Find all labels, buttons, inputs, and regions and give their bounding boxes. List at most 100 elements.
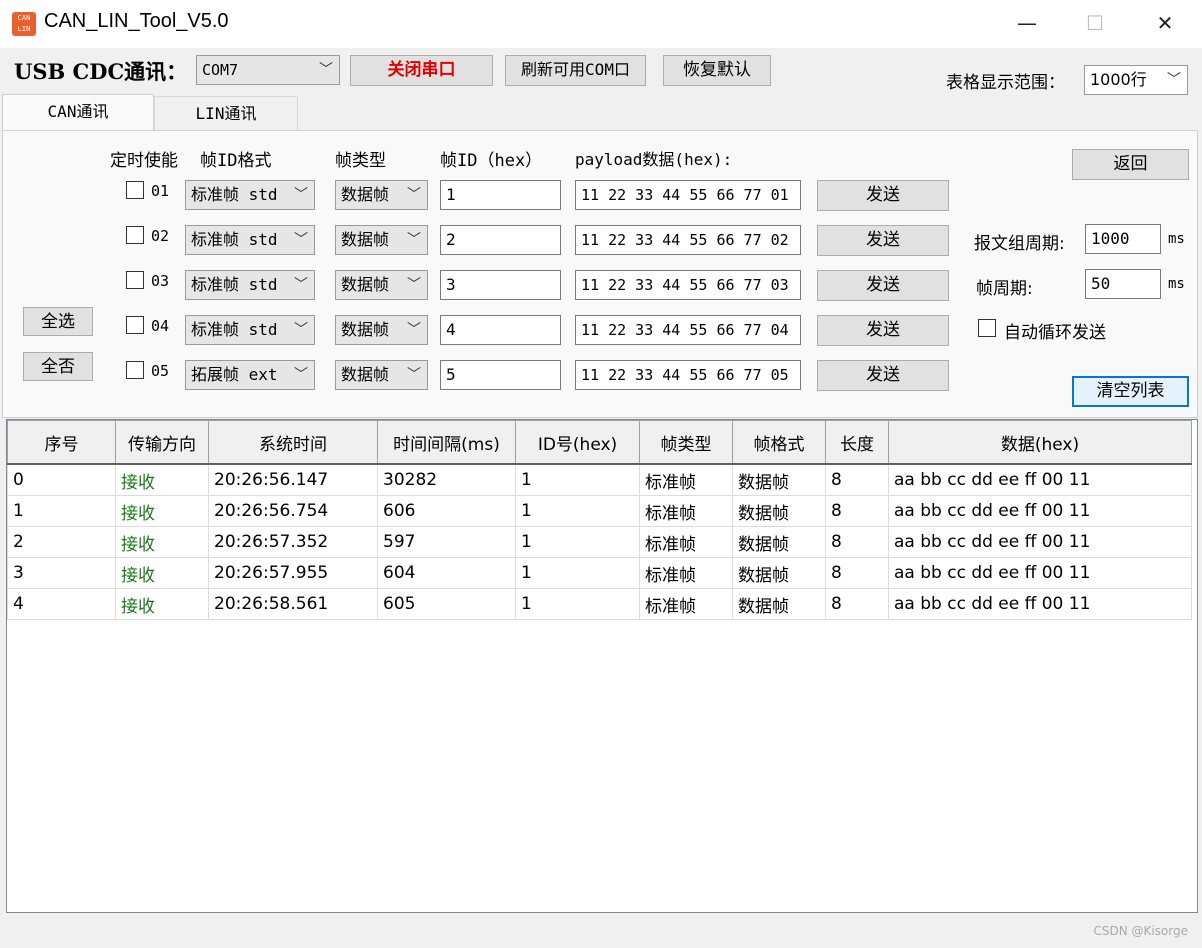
table-cell: 数据帧 — [732, 526, 826, 558]
payload-input[interactable]: 11 22 33 44 55 66 77 01 — [575, 180, 801, 210]
frame-type-select[interactable]: 数据帧 ﹀ — [335, 225, 428, 255]
table-cell: 数据帧 — [732, 557, 826, 589]
close-icon[interactable]: ✕ — [1142, 0, 1188, 46]
frame-type-select[interactable]: 数据帧 ﹀ — [335, 315, 428, 345]
tab-can[interactable]: CAN通讯 — [2, 94, 154, 130]
column-header[interactable]: 系统时间 — [208, 420, 378, 465]
frame-type-select[interactable]: 数据帧 ﹀ — [335, 180, 428, 210]
payload-input[interactable]: 11 22 33 44 55 66 77 04 — [575, 315, 801, 345]
table-cell: 标准帧 — [639, 463, 733, 496]
frame-type-select[interactable]: 数据帧 ﹀ — [335, 360, 428, 390]
payload-input[interactable]: 11 22 33 44 55 66 77 03 — [575, 270, 801, 300]
table-cell: 20:26:57.352 — [208, 526, 378, 558]
header-frame-type: 帧类型 — [335, 151, 386, 171]
column-header[interactable]: ID号(hex) — [515, 420, 640, 465]
id-format-select[interactable]: 标准帧 std ﹀ — [185, 270, 315, 300]
message-grid[interactable]: 序号 传输方向 系统时间 时间间隔(ms) ID号(hex) 帧类型 帧格式 长度 数据(hex… — [6, 419, 1198, 913]
table-cell: 1 — [7, 495, 116, 527]
range-label: 表格显示范围： — [946, 73, 1065, 93]
refresh-com-button[interactable]: 刷新可用COM口 — [505, 55, 646, 86]
clear-list-button[interactable]: 清空列表 — [1072, 376, 1189, 407]
table-cell: 3 — [7, 557, 116, 589]
send-button[interactable]: 发送 — [817, 270, 949, 301]
send-button[interactable]: 发送 — [817, 360, 949, 391]
frame-id-input[interactable]: 4 — [440, 315, 561, 345]
chevron-down-icon: ﹀ — [319, 62, 333, 78]
chevron-down-icon: ﹀ — [407, 367, 421, 383]
table-row[interactable]: 4 接收 20:26:58.561 605 1 标准帧 数据帧 8 aa bb cc dd ee… — [7, 588, 1192, 620]
chevron-down-icon: ﹀ — [407, 187, 421, 203]
payload-input[interactable]: 11 22 33 44 55 66 77 05 — [575, 360, 801, 390]
frame-id-input[interactable]: 2 — [440, 225, 561, 255]
table-row[interactable]: 0 接收 20:26:56.147 30282 1 标准帧 数据帧 8 aa bb cc dd … — [7, 463, 1192, 496]
watermark: CSDN @Kisorge — [1093, 924, 1188, 938]
maximize-icon[interactable]: ☐ — [1072, 0, 1118, 46]
frame-id-input[interactable]: 1 — [440, 180, 561, 210]
header-enable: 定时使能 — [110, 151, 178, 171]
id-format-select[interactable]: 标准帧 std ﹀ — [185, 315, 315, 345]
table-cell: 597 — [377, 526, 516, 558]
table-cell: 8 — [825, 557, 889, 589]
send-button[interactable]: 发送 — [817, 180, 949, 211]
send-button[interactable]: 发送 — [817, 225, 949, 256]
id-format-value: 标准帧 std — [191, 320, 278, 339]
table-cell: 标准帧 — [639, 526, 733, 558]
table-row[interactable]: 1 接收 20:26:56.754 606 1 标准帧 数据帧 8 aa bb cc dd ee… — [7, 495, 1192, 527]
frame-type-value: 数据帧 — [341, 185, 390, 204]
group-period-input[interactable]: 1000 — [1085, 224, 1161, 254]
table-cell: 1 — [515, 588, 640, 620]
com-port-select[interactable]: COM7 ﹀ — [196, 55, 340, 85]
back-button[interactable]: 返回 — [1072, 149, 1189, 180]
table-cell: 8 — [825, 495, 889, 527]
header-frame-id: 帧ID（hex） — [440, 151, 543, 171]
table-cell: 接收 — [115, 463, 209, 496]
payload-input[interactable]: 11 22 33 44 55 66 77 02 — [575, 225, 801, 255]
select-none-button[interactable]: 全否 — [23, 352, 93, 381]
row-number: 02 — [151, 227, 170, 245]
table-cell: 数据帧 — [732, 495, 826, 527]
auto-loop-checkbox[interactable] — [978, 319, 996, 337]
enable-checkbox[interactable] — [126, 181, 144, 199]
table-cell: 标准帧 — [639, 557, 733, 589]
range-select[interactable]: 1000行 ﹀ — [1084, 65, 1188, 95]
row-number: 01 — [151, 182, 170, 200]
id-format-select[interactable]: 拓展帧 ext ﹀ — [185, 360, 315, 390]
minimize-icon[interactable]: — — [1004, 0, 1050, 46]
frame-id-input[interactable]: 5 — [440, 360, 561, 390]
column-header[interactable]: 时间间隔(ms) — [377, 420, 516, 465]
id-format-select[interactable]: 标准帧 std ﹀ — [185, 180, 315, 210]
frame-type-value: 数据帧 — [341, 230, 390, 249]
select-all-button[interactable]: 全选 — [23, 307, 93, 336]
column-header[interactable]: 长度 — [825, 420, 889, 465]
tab-lin[interactable]: LIN通讯 — [154, 96, 298, 130]
column-header[interactable]: 数据(hex) — [888, 420, 1192, 465]
table-cell: 605 — [377, 588, 516, 620]
table-row[interactable]: 3 接收 20:26:57.955 604 1 标准帧 数据帧 8 aa bb cc dd ee… — [7, 557, 1192, 589]
frame-period-input[interactable]: 50 — [1085, 269, 1161, 299]
table-row[interactable]: 2 接收 20:26:57.352 597 1 标准帧 数据帧 8 aa bb cc dd ee… — [7, 526, 1192, 558]
column-header[interactable]: 帧格式 — [732, 420, 826, 465]
com-port-value: COM7 — [202, 61, 239, 79]
chevron-down-icon: ﹀ — [294, 232, 308, 248]
table-cell: 20:26:57.955 — [208, 557, 378, 589]
enable-checkbox[interactable] — [126, 361, 144, 379]
enable-checkbox[interactable] — [126, 316, 144, 334]
close-port-button[interactable]: 关闭串口 — [350, 55, 493, 86]
restore-default-button[interactable]: 恢复默认 — [663, 55, 771, 86]
frame-type-value: 数据帧 — [341, 320, 390, 339]
frame-type-select[interactable]: 数据帧 ﹀ — [335, 270, 428, 300]
column-header[interactable]: 传输方向 — [115, 420, 209, 465]
table-cell: aa bb cc dd ee ff 00 11 — [888, 526, 1192, 558]
chevron-down-icon: ﹀ — [407, 322, 421, 338]
table-cell: 20:26:56.147 — [208, 463, 378, 496]
column-header[interactable]: 序号 — [7, 420, 116, 465]
enable-checkbox[interactable] — [126, 226, 144, 244]
enable-checkbox[interactable] — [126, 271, 144, 289]
frame-id-input[interactable]: 3 — [440, 270, 561, 300]
table-cell: 0 — [7, 463, 116, 496]
table-cell: 606 — [377, 495, 516, 527]
id-format-select[interactable]: 标准帧 std ﹀ — [185, 225, 315, 255]
send-button[interactable]: 发送 — [817, 315, 949, 346]
column-header[interactable]: 帧类型 — [639, 420, 733, 465]
id-format-value: 标准帧 std — [191, 275, 278, 294]
